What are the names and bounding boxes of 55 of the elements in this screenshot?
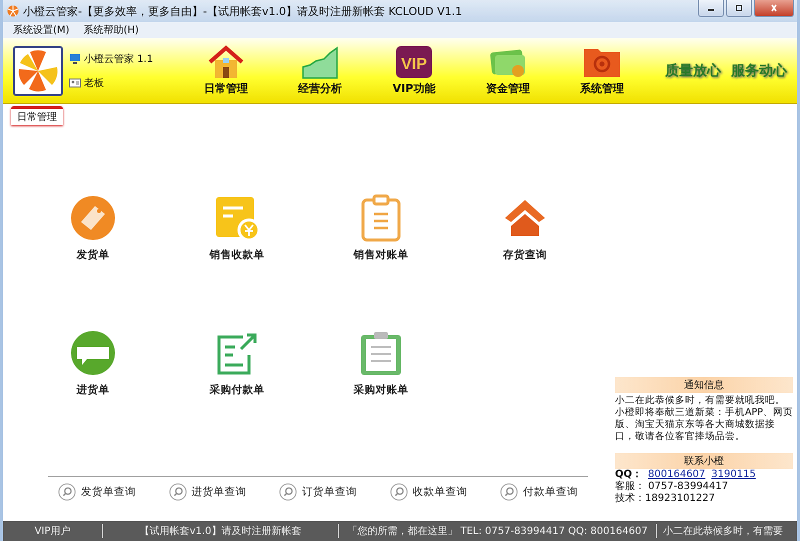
- toolbar-button[interactable]: 日常管理: [179, 45, 273, 96]
- house-icon: [206, 45, 246, 79]
- query-link[interactable]: 进货单查询: [168, 483, 246, 501]
- tech-phone: 技术：18923101227: [615, 493, 715, 505]
- toolbar-button[interactable]: 系统管理: [555, 45, 649, 96]
- minimize-button[interactable]: [698, 0, 724, 17]
- citrus-logo-icon: [13, 46, 63, 96]
- search-icon: [279, 483, 297, 501]
- module-button[interactable]: 销售收款单: [165, 194, 309, 262]
- notice-header: 通知信息: [615, 377, 793, 393]
- search-icon: [58, 483, 76, 501]
- module-button[interactable]: 发货单: [21, 194, 165, 262]
- maximize-icon: [734, 4, 744, 12]
- query-link[interactable]: 收款单查询: [390, 483, 468, 501]
- module-button[interactable]: 采购对账单: [309, 329, 453, 397]
- qq-link[interactable]: 800164607: [648, 469, 706, 481]
- query-link[interactable]: 付款单查询: [500, 483, 578, 501]
- toolbar-button[interactable]: 资金管理: [461, 45, 555, 96]
- menu-item[interactable]: 系统设置(M): [13, 23, 70, 37]
- qq-link[interactable]: 3190115: [711, 469, 756, 481]
- status-text: VIP用户: [3, 524, 103, 538]
- status-text: 【试用帐套v1.0】请及时注册新帐套: [103, 524, 339, 538]
- search-icon: [500, 483, 518, 501]
- toolbar-button[interactable]: 经营分析: [273, 45, 367, 96]
- search-icon: [168, 483, 186, 501]
- module-button[interactable]: 存货查询: [453, 194, 597, 262]
- price-tag-icon: [69, 194, 117, 242]
- maximize-button[interactable]: [726, 0, 752, 17]
- service-phone: 客服： 0757-83994417: [615, 481, 728, 492]
- vip-icon: VIP: [394, 45, 434, 79]
- qq-label: QQ：: [615, 469, 642, 480]
- query-link[interactable]: 发货单查询: [58, 483, 136, 501]
- area-chart-icon: [300, 45, 340, 79]
- module-button[interactable]: 销售对账单: [309, 194, 453, 262]
- search-icon: [390, 483, 408, 501]
- menu-item[interactable]: 系统帮助(H): [83, 23, 139, 37]
- toolbar-button[interactable]: VIP VIP功能: [367, 45, 461, 96]
- slogan: 质量放心: [665, 62, 721, 80]
- status-text: 小二在此恭候多时，有需要: [662, 524, 784, 538]
- notice-text: 小二在此恭候多时，有需要就吼我吧。小橙即将奉献三道新菜：手机APP、网页版、淘宝天猫京东等各大商城数据接口，敬请各位客官捧场品尝。: [615, 395, 793, 443]
- query-link[interactable]: 订货单查询: [279, 483, 357, 501]
- slogan: 服务动心: [731, 62, 787, 80]
- window-title: 小橙云管家-【更多效率，更多自由】-【试用帐套v1.0】请及时注册新帐套 KCLOUD V1.1: [23, 4, 464, 18]
- contact-header: 联系小橙: [615, 453, 793, 469]
- tab[interactable]: 日常管理: [11, 106, 63, 125]
- id-card-icon: [69, 76, 81, 88]
- close-icon: [769, 4, 779, 12]
- close-button[interactable]: [754, 0, 794, 17]
- status-text: 「您的所需，都在这里」 TEL: 0757-83994417 QQ: 800164607: [339, 524, 657, 538]
- app-version: 小橙云管家 1.1: [84, 52, 154, 66]
- monitor-icon: [69, 52, 81, 64]
- user-role: 老板: [84, 76, 104, 90]
- citrus-logo-icon: [7, 5, 19, 17]
- module-button[interactable]: 进货单: [21, 329, 165, 397]
- module-button[interactable]: 采购付款单: [165, 329, 309, 397]
